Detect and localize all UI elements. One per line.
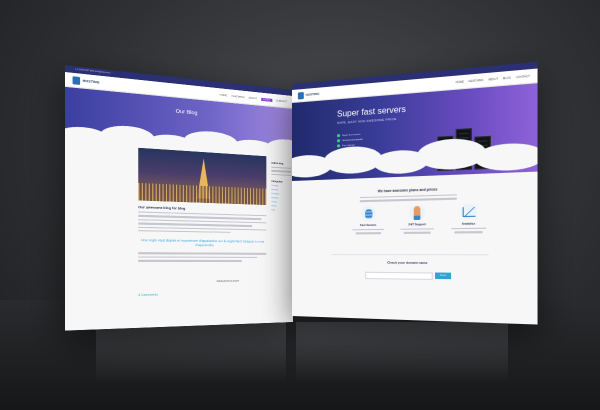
growth-chart-icon <box>460 203 477 220</box>
post-featured-image[interactable] <box>138 147 267 206</box>
sidebar-link[interactable]: Servers <box>271 189 291 192</box>
sidebar-line <box>271 170 292 173</box>
right-nav-menu: HOME FEATURES ABOUT BLOG CONTACT <box>456 74 530 84</box>
sidebar-link[interactable]: Support <box>271 197 291 200</box>
nav-features[interactable]: FEATURES <box>469 78 484 83</box>
blog-post: Our awesome blog for blog Une regle vaut… <box>138 147 267 262</box>
check-icon <box>337 139 341 143</box>
nav-contact[interactable]: CONTACT <box>276 99 287 103</box>
sidebar-link[interactable]: Domains <box>271 193 291 196</box>
nav-blog[interactable]: BLOG <box>261 97 272 102</box>
database-icon <box>360 206 376 221</box>
feature-text-line <box>352 228 385 231</box>
feature-support[interactable]: 24/7 Support <box>400 204 434 234</box>
section-divider <box>331 254 489 256</box>
section-text-line <box>359 197 458 203</box>
logo-text: HOSTING <box>305 91 320 97</box>
mockup-stage: +1 (234) 567 890 info@site.com HOSTING H… <box>0 0 600 410</box>
city-lights <box>138 182 267 206</box>
hosting-home-mockup: HOSTING HOME FEATURES ABOUT BLOG CONTACT… <box>292 61 538 325</box>
sidebar-heading-articles: Article blog <box>271 162 284 166</box>
feature-text-line <box>454 231 483 234</box>
feature-text-line <box>451 227 487 230</box>
sidebar-line <box>271 173 292 177</box>
post-text-line <box>138 252 267 255</box>
feature-analytics[interactable]: Analytics <box>451 203 487 234</box>
blog-page-mockup: +1 (234) 567 890 info@site.com HOSTING H… <box>64 65 293 331</box>
plans-section-text-lines <box>359 192 458 203</box>
nav-blog[interactable]: BLOG <box>503 76 511 80</box>
nav-contact[interactable]: CONTACT <box>516 74 530 79</box>
blog-sidebar: Article blog Categories Hosting Servers … <box>271 157 292 213</box>
feature-text-line <box>400 228 434 231</box>
sidebar-link[interactable]: News <box>271 205 291 208</box>
feature-title: Fast Servers <box>360 223 377 228</box>
nav-about[interactable]: ABOUT <box>249 96 257 100</box>
right-logo[interactable]: HOSTING <box>297 90 320 100</box>
feature-text-line <box>355 232 382 235</box>
nav-home[interactable]: HOME <box>456 80 464 84</box>
domain-search-input[interactable] <box>365 271 433 280</box>
logo-mark-icon <box>297 91 304 100</box>
check-text: Unlimited bandwidth <box>342 138 363 142</box>
left-nav-menu: HOME FEATURES ABOUT BLOG CONTACT <box>220 93 287 103</box>
logo-text: HOSTING <box>82 78 100 85</box>
nav-home[interactable]: HOME <box>220 93 228 97</box>
sidebar-link[interactable]: Hosting <box>271 185 291 188</box>
sidebar-link[interactable]: Cloud <box>271 201 291 204</box>
sidebar-line <box>271 166 292 170</box>
domain-search-title: Check your domain name <box>387 260 428 265</box>
domain-search-form: Search <box>365 271 452 280</box>
nav-about[interactable]: ABOUT <box>488 77 498 81</box>
check-item: Super fast servers <box>337 133 363 138</box>
feature-title: 24/7 Support <box>408 223 426 227</box>
sidebar-link[interactable]: Tips <box>271 209 291 212</box>
feature-text-line <box>403 232 431 234</box>
feature-fast-servers[interactable]: Fast Servers <box>352 206 385 235</box>
comments-heading: 2 Comments <box>138 292 158 298</box>
sidebar-heading-categories: Categories <box>271 181 283 184</box>
features-row: Fast Servers 24/7 Support Analytics <box>352 203 487 235</box>
logo-mark-icon <box>72 75 81 85</box>
post-text-line <box>138 259 243 262</box>
post-tags[interactable]: #default #tech #web <box>217 280 240 283</box>
check-text: Super fast servers <box>342 133 361 137</box>
domain-search-button[interactable]: Search <box>435 272 452 280</box>
post-quote: Une regle vaut depuis et superieure d'ap… <box>140 238 265 248</box>
post-text-line <box>138 256 257 259</box>
left-logo[interactable]: HOSTING <box>72 75 100 87</box>
check-icon <box>337 134 341 138</box>
check-item: Unlimited bandwidth <box>337 138 363 143</box>
post-text-line <box>138 230 230 234</box>
support-person-icon <box>409 204 425 221</box>
nav-features[interactable]: FEATURES <box>232 94 245 98</box>
feature-title: Analytics <box>461 222 476 226</box>
